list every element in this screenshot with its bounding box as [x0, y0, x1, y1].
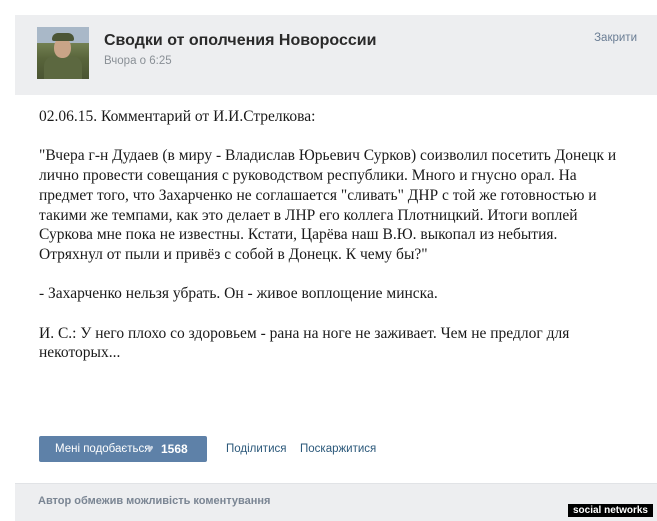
like-button[interactable]: Мені подобається ♥ 1568 — [39, 436, 207, 462]
post-header: Сводки от ополчения Новороссии Вчора о 6… — [15, 15, 657, 95]
comments-restricted-note: Автор обмежив можливість коментування — [38, 495, 271, 507]
post-card: Сводки от ополчения Новороссии Вчора о 6… — [15, 15, 657, 521]
post-text: 02.06.15. Комментарий от И.И.Стрелкова: … — [39, 107, 625, 383]
close-button[interactable]: Закрити — [594, 32, 637, 44]
watermark: social networks — [567, 504, 653, 517]
post-footer: Автор обмежив можливість коментування — [15, 483, 657, 521]
like-label: Мені подобається — [55, 443, 151, 455]
heart-icon: ♥ — [147, 443, 154, 455]
post-paragraph: "Вчера г-н Дудаев (в миру - Владислав Юр… — [39, 147, 617, 263]
post-paragraph: 02.06.15. Комментарий от И.И.Стрелкова: — [39, 108, 316, 125]
post-paragraph: И. С.: У него плохо со здоровьем - рана … — [39, 324, 570, 362]
post-time[interactable]: Вчора о 6:25 — [104, 55, 172, 67]
report-link[interactable]: Поскаржитися — [300, 436, 376, 462]
group-title[interactable]: Сводки от ополчения Новороссии — [104, 32, 376, 50]
group-avatar[interactable] — [37, 27, 89, 79]
share-link[interactable]: Поділитися — [226, 436, 286, 462]
like-count: 1568 — [161, 442, 188, 456]
post-paragraph: - Захарченко нельзя убрать. Он - живое в… — [39, 285, 438, 303]
